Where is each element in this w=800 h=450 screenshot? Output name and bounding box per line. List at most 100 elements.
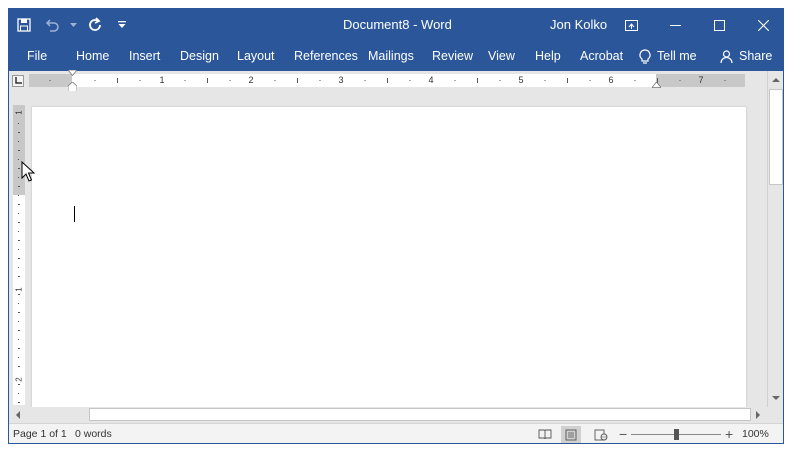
ruler-tick bbox=[117, 78, 118, 83]
ruler-tick bbox=[49, 80, 51, 81]
tab-insert[interactable]: Insert bbox=[129, 41, 160, 71]
ruler-tick bbox=[18, 159, 19, 160]
ruler-tick bbox=[18, 393, 19, 394]
scroll-down-icon[interactable] bbox=[768, 391, 784, 405]
right-indent-marker[interactable] bbox=[652, 82, 661, 88]
read-mode-button[interactable] bbox=[535, 426, 555, 443]
ruler-tick bbox=[634, 80, 636, 81]
ruler-tick bbox=[18, 249, 19, 250]
ruler-tick bbox=[184, 80, 186, 81]
vertical-ruler[interactable]: 1 1 2 bbox=[13, 105, 25, 405]
ruler-tick bbox=[544, 80, 546, 81]
horizontal-scrollbar[interactable] bbox=[9, 407, 767, 423]
ruler-number: 1 bbox=[14, 287, 24, 292]
ruler-tick bbox=[567, 78, 568, 83]
zoom-level[interactable]: 100% bbox=[742, 424, 769, 443]
save-icon bbox=[17, 18, 31, 32]
zoom-in-button[interactable]: + bbox=[725, 424, 733, 443]
ruler-number: 1 bbox=[159, 75, 165, 85]
ruler-number: 6 bbox=[608, 75, 614, 85]
tell-me-box[interactable]: Tell me bbox=[639, 41, 697, 71]
document-title: Document8 - Word bbox=[343, 17, 452, 32]
ribbon-display-options-button[interactable] bbox=[609, 9, 653, 41]
person-icon bbox=[720, 50, 733, 63]
ruler-tick bbox=[18, 168, 20, 169]
tab-layout[interactable]: Layout bbox=[237, 41, 275, 71]
user-name[interactable]: Jon Kolko bbox=[550, 9, 607, 41]
page-count[interactable]: Page 1 of 1 bbox=[13, 424, 67, 443]
tab-view[interactable]: View bbox=[488, 41, 515, 71]
word-window: Document8 - Word Jon Kolko File Home Ins… bbox=[8, 8, 784, 444]
tell-me-label: Tell me bbox=[657, 49, 697, 63]
customize-qat-icon bbox=[118, 21, 126, 28]
ruler-tick bbox=[229, 80, 231, 81]
ruler-tick bbox=[18, 267, 19, 268]
left-tab-icon bbox=[15, 77, 22, 84]
first-line-indent-marker[interactable] bbox=[68, 70, 77, 76]
minimize-icon bbox=[669, 24, 681, 26]
ruler-number: 2 bbox=[14, 377, 24, 382]
ruler-tick bbox=[18, 186, 20, 187]
ruler-number: 3 bbox=[338, 75, 344, 85]
vertical-scroll-thumb[interactable] bbox=[769, 89, 783, 185]
scroll-up-icon[interactable] bbox=[768, 73, 784, 87]
horizontal-scroll-thumb[interactable] bbox=[89, 408, 751, 421]
document-area[interactable] bbox=[29, 91, 767, 407]
zoom-slider-thumb[interactable] bbox=[674, 429, 679, 440]
ruler-tick bbox=[477, 78, 478, 83]
tab-home[interactable]: Home bbox=[76, 41, 109, 71]
ruler-number: 7 bbox=[698, 75, 704, 85]
tab-design[interactable]: Design bbox=[180, 41, 219, 71]
tab-stop-selector[interactable] bbox=[12, 75, 24, 87]
horizontal-ruler[interactable]: 1 2 3 4 5 6 7 bbox=[29, 70, 745, 92]
ruler-tick bbox=[18, 123, 19, 124]
tab-mailings[interactable]: Mailings bbox=[368, 41, 414, 71]
mouse-pointer-icon bbox=[21, 161, 35, 182]
vertical-scrollbar[interactable] bbox=[767, 71, 784, 407]
ruler-tick bbox=[94, 80, 96, 81]
save-button[interactable] bbox=[9, 9, 39, 41]
share-label: Share bbox=[739, 49, 773, 63]
ruler-tick bbox=[18, 240, 20, 241]
undo-dropdown[interactable] bbox=[65, 9, 81, 41]
ruler-tick bbox=[454, 80, 456, 81]
zoom-out-button[interactable]: − bbox=[619, 424, 627, 443]
ruler-tick bbox=[724, 80, 726, 81]
print-layout-button[interactable] bbox=[561, 426, 581, 443]
ruler-tick bbox=[18, 231, 19, 232]
ruler-tick bbox=[589, 80, 591, 81]
ruler-tick bbox=[18, 204, 20, 205]
ruler-tick bbox=[319, 80, 321, 81]
word-count[interactable]: 0 words bbox=[75, 424, 112, 443]
quick-access-toolbar bbox=[9, 9, 133, 41]
ruler-ticks bbox=[49, 78, 726, 83]
document-page[interactable] bbox=[32, 107, 746, 407]
share-button[interactable]: Share bbox=[720, 41, 772, 71]
ruler-tick bbox=[18, 303, 19, 304]
ruler-tick bbox=[409, 80, 411, 81]
web-layout-button[interactable] bbox=[591, 426, 611, 443]
scroll-left-icon[interactable] bbox=[11, 407, 25, 423]
redo-icon bbox=[89, 17, 101, 31]
title-bar: Document8 - Word Jon Kolko bbox=[9, 9, 783, 41]
ribbon-display-options-icon bbox=[624, 19, 638, 31]
lightbulb-icon bbox=[639, 49, 651, 64]
ruler-tick bbox=[18, 132, 20, 133]
tab-file[interactable]: File bbox=[27, 41, 47, 71]
tab-help[interactable]: Help bbox=[535, 41, 561, 71]
ruler-tick bbox=[139, 80, 141, 81]
scroll-right-icon[interactable] bbox=[751, 407, 765, 423]
tab-acrobat[interactable]: Acrobat bbox=[580, 41, 623, 71]
ruler-tick bbox=[18, 348, 20, 349]
undo-button[interactable] bbox=[39, 9, 65, 41]
tab-references[interactable]: References bbox=[294, 41, 358, 71]
ruler-tick bbox=[18, 150, 20, 151]
minimize-button[interactable] bbox=[653, 9, 697, 41]
ruler-number: 2 bbox=[248, 75, 254, 85]
tab-review[interactable]: Review bbox=[432, 41, 473, 71]
redo-button[interactable] bbox=[81, 9, 111, 41]
customize-qat-button[interactable] bbox=[111, 9, 133, 41]
close-button[interactable] bbox=[741, 9, 783, 41]
undo-icon bbox=[45, 19, 59, 32]
maximize-button[interactable] bbox=[697, 9, 741, 41]
